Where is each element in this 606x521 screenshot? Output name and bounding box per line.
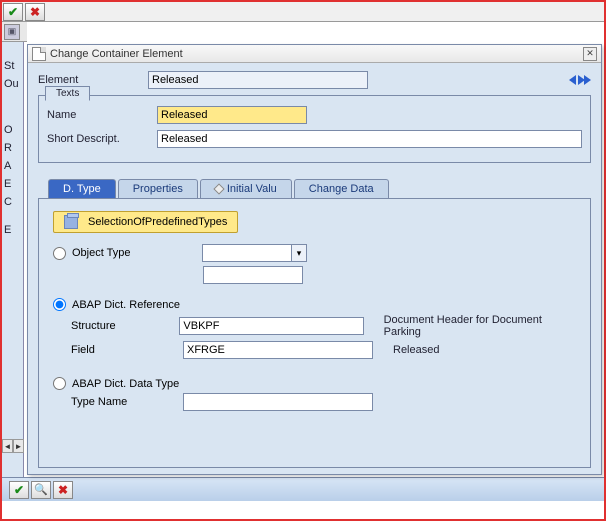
bg-label: E [2,178,23,196]
bg-label: O [2,124,23,142]
tab-strip: D. Type Properties Initial Valu Change D… [48,179,591,198]
prev-icon[interactable] [569,75,576,85]
dialog-bottom-toolbar: ✔ 🔍 ✖ [2,477,604,501]
sel-btn-label: SelectionOfPredefinedTypes [88,216,227,228]
structure-desc: Document Header for Document Parking [384,314,576,338]
close-icon: ✖ [58,483,68,497]
bg-label: A [2,160,23,178]
confirm-button[interactable]: ✔ [9,481,29,499]
diamond-icon [213,183,224,194]
tab-label: Change Data [309,183,374,195]
bg-label: Ou [2,78,23,96]
element-field[interactable] [148,71,368,89]
app-toolbar: ✔ ✖ [2,2,604,22]
tab-label: Initial Valu [227,183,277,195]
cube-icon [64,215,78,229]
object-type-label: Object Type [72,247,202,259]
field-desc: Released [393,344,439,356]
bg-label: E [2,224,23,242]
bg-label: St [2,60,23,78]
tab-initial-value[interactable]: Initial Valu [200,179,292,198]
cancel-button-top[interactable]: ✖ [25,3,45,21]
abap-dict-ref-radio[interactable] [53,298,66,311]
tab-label: D. Type [63,183,101,195]
next-icon[interactable] [584,75,591,85]
short-desc-label: Short Descript. [47,133,157,145]
check-icon: ✔ [8,5,18,19]
abap-data-type-label: ABAP Dict. Data Type [72,378,179,390]
f4-help-icon[interactable]: ▾ [291,244,307,262]
tab-change-data[interactable]: Change Data [294,179,389,198]
tab-label: Properties [133,183,183,195]
bg-label: C [2,196,23,214]
structure-label: Structure [71,320,179,332]
accept-button[interactable]: ✔ [3,3,23,21]
dialog-titlebar: Change Container Element ✕ [28,45,601,63]
scroll-left-icon[interactable]: ◄ [2,439,13,453]
short-desc-field[interactable] [157,130,582,148]
bg-label: R [2,142,23,160]
cancel-button[interactable]: ✖ [53,481,73,499]
field-field[interactable] [183,341,373,359]
selection-predefined-types-button[interactable]: SelectionOfPredefinedTypes [53,211,238,233]
name-field[interactable] [157,106,307,124]
object-type-radio[interactable] [53,247,66,260]
document-icon [32,47,46,61]
name-label: Name [47,109,157,121]
close-icon: ✖ [30,5,40,19]
object-type-field[interactable] [202,244,292,262]
object-type-extra-field[interactable] [203,266,303,284]
structure-field[interactable] [179,317,363,335]
texts-group-label: Texts [45,86,90,101]
tab-content-dtype: SelectionOfPredefinedTypes Object Type ▾… [38,198,591,468]
tab-properties[interactable]: Properties [118,179,198,198]
type-name-field[interactable] [183,393,373,411]
texts-group: Texts Name Short Descript. [38,95,591,163]
check-value-button[interactable]: 🔍 [31,481,51,499]
magnifier-icon: 🔍 [34,483,48,496]
element-label: Element [38,74,148,86]
background-left-pane: St Ou O R A E C E [2,22,24,477]
field-label: Field [71,344,183,356]
tree-row: ▣ [2,22,27,42]
dialog-window: Change Container Element ✕ Element Texts [27,44,602,475]
abap-data-type-radio[interactable] [53,377,66,390]
dialog-title: Change Container Element [50,48,583,60]
abap-dict-ref-label: ABAP Dict. Reference [72,299,180,311]
type-name-label: Type Name [71,396,183,408]
tab-dtype[interactable]: D. Type [48,179,116,198]
dialog-close-button[interactable]: ✕ [583,47,597,61]
tree-toggle-icon[interactable]: ▣ [4,24,20,40]
h-scroll[interactable]: ◄ ► [2,439,24,453]
scroll-right-icon[interactable]: ► [13,439,24,453]
check-icon: ✔ [14,483,24,497]
